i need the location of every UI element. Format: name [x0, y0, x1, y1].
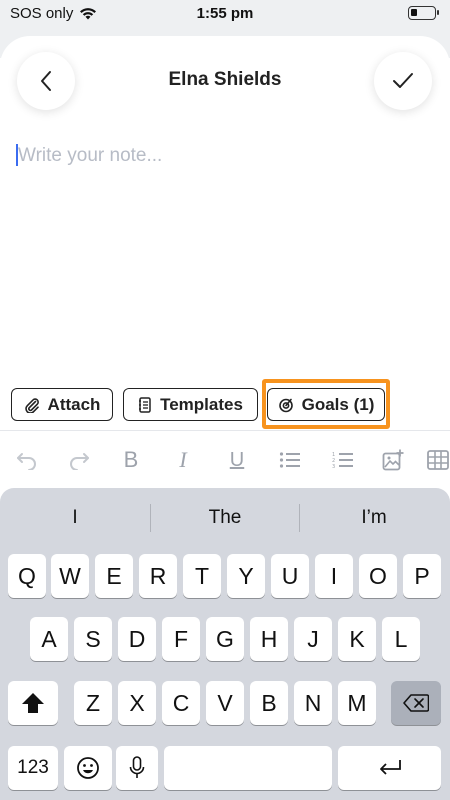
backspace-icon	[403, 694, 429, 712]
suggestion-3[interactable]: I’m	[299, 488, 449, 548]
underline-icon: U	[229, 448, 245, 471]
undo-button[interactable]	[5, 431, 49, 489]
bold-button[interactable]: B	[109, 431, 153, 489]
key-d[interactable]: D	[118, 617, 156, 661]
note-editor[interactable]	[16, 142, 436, 372]
key-r[interactable]: R	[139, 554, 177, 598]
insert-table-button[interactable]	[416, 431, 450, 489]
key-p[interactable]: P	[403, 554, 441, 598]
shift-icon	[22, 693, 44, 713]
key-n[interactable]: N	[294, 681, 332, 725]
attach-label: Attach	[47, 394, 101, 414]
checkmark-icon	[393, 73, 413, 88]
key-v[interactable]: V	[206, 681, 244, 725]
suggestion-2[interactable]: The	[150, 488, 300, 548]
bullet-list-button[interactable]	[268, 431, 312, 489]
redo-icon	[70, 453, 89, 470]
paperclip-icon	[24, 397, 39, 413]
backspace-key[interactable]	[391, 681, 441, 725]
key-z[interactable]: Z	[74, 681, 112, 725]
key-x[interactable]: X	[118, 681, 156, 725]
suggestion-1[interactable]: I	[0, 488, 150, 548]
bold-icon: B	[123, 447, 139, 472]
keyboard: I The I’m Q W E R T Y U I O P A S D F G …	[0, 488, 450, 800]
key-f[interactable]: F	[162, 617, 200, 661]
key-j[interactable]: J	[294, 617, 332, 661]
key-w[interactable]: W	[51, 554, 89, 598]
key-q[interactable]: Q	[8, 554, 46, 598]
key-i[interactable]: I	[315, 554, 353, 598]
return-key[interactable]	[338, 746, 441, 790]
space-key[interactable]	[164, 746, 332, 790]
key-u[interactable]: U	[271, 554, 309, 598]
note-input[interactable]	[18, 142, 428, 170]
format-toolbar: B I U 1 2 3	[0, 430, 450, 488]
key-h[interactable]: H	[250, 617, 288, 661]
numbered-list-icon: 1 2 3	[332, 452, 353, 469]
microphone-icon	[129, 756, 145, 778]
image-add-icon	[382, 449, 404, 471]
undo-icon	[17, 453, 36, 470]
italic-icon: I	[179, 447, 187, 472]
save-button[interactable]	[374, 52, 432, 110]
insert-image-button[interactable]	[371, 431, 415, 489]
clock: 1:55 pm	[196, 5, 254, 22]
key-c[interactable]: C	[162, 681, 200, 725]
key-k[interactable]: K	[338, 617, 376, 661]
emoji-icon	[77, 757, 99, 779]
key-s[interactable]: S	[74, 617, 112, 661]
shift-key[interactable]	[8, 681, 58, 725]
return-icon	[379, 760, 401, 775]
numbers-key[interactable]: 123	[8, 746, 58, 790]
key-l[interactable]: L	[382, 617, 420, 661]
underline-button[interactable]: U	[215, 431, 259, 489]
svg-text:3: 3	[332, 464, 335, 469]
italic-button[interactable]: I	[161, 431, 205, 489]
templates-button[interactable]: Templates	[123, 388, 258, 421]
status-bar: SOS only 1:55 pm	[0, 0, 450, 28]
attach-button[interactable]: Attach	[11, 388, 113, 421]
battery-icon	[408, 6, 439, 20]
table-icon	[427, 450, 449, 470]
key-e[interactable]: E	[95, 554, 133, 598]
key-o[interactable]: O	[359, 554, 397, 598]
emoji-key[interactable]	[64, 746, 112, 790]
templates-label: Templates	[160, 394, 243, 414]
key-y[interactable]: Y	[227, 554, 265, 598]
key-g[interactable]: G	[206, 617, 244, 661]
dictation-key[interactable]	[116, 746, 158, 790]
goals-highlight-frame	[262, 379, 390, 429]
key-b[interactable]: B	[250, 681, 288, 725]
numbered-list-button[interactable]: 1 2 3	[321, 431, 365, 489]
notebook-icon	[139, 396, 151, 413]
key-a[interactable]: A	[30, 617, 68, 661]
bullet-list-icon	[279, 452, 300, 468]
key-m[interactable]: M	[338, 681, 376, 725]
redo-button[interactable]	[57, 431, 101, 489]
key-t[interactable]: T	[183, 554, 221, 598]
